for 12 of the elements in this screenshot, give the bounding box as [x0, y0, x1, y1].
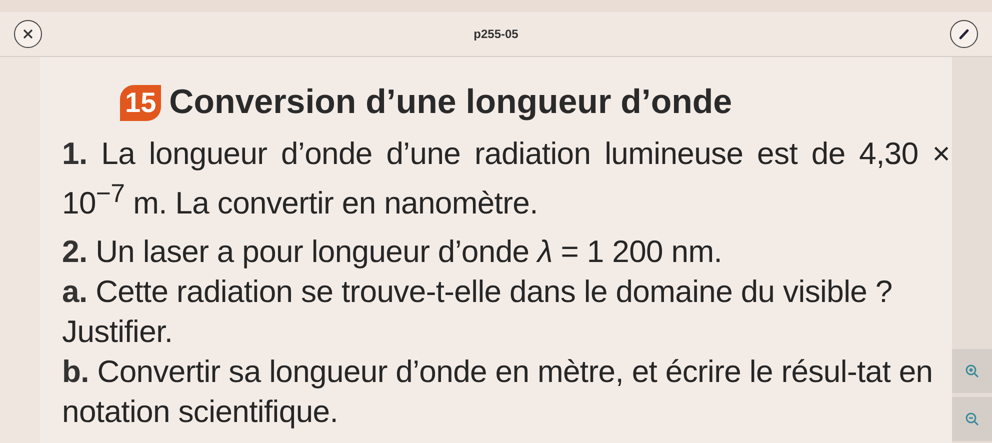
exercise-question: b. Convertir sa longueur d’onde en mètre, et écrire le résul-tat en notation scientifique.	[62, 353, 934, 432]
zoom-in-icon	[965, 364, 979, 378]
exercise-question: 1. La longueur d’onde d’une radiation lumineuse est de 4,30 × 10$^{−7}$ m. La convertir en nanomètre.	[62, 135, 950, 222]
document-title: p255-05	[474, 27, 518, 41]
exercise-question: a. Cette radiation se trouve-t-elle dans le domaine du visible ? Justifier.	[62, 273, 894, 352]
edit-button[interactable]	[950, 20, 978, 48]
exercise-title: Conversion d’une longueur d’onde	[169, 83, 732, 122]
exercise-question: 2. Un laser a pour longueur d’onde λ = 1 200 nm.	[62, 233, 724, 272]
zoom-out-icon	[965, 412, 979, 426]
close-button[interactable]	[14, 20, 42, 48]
zoom-in-button[interactable]	[952, 349, 992, 393]
exercise-number: 15	[120, 84, 162, 120]
